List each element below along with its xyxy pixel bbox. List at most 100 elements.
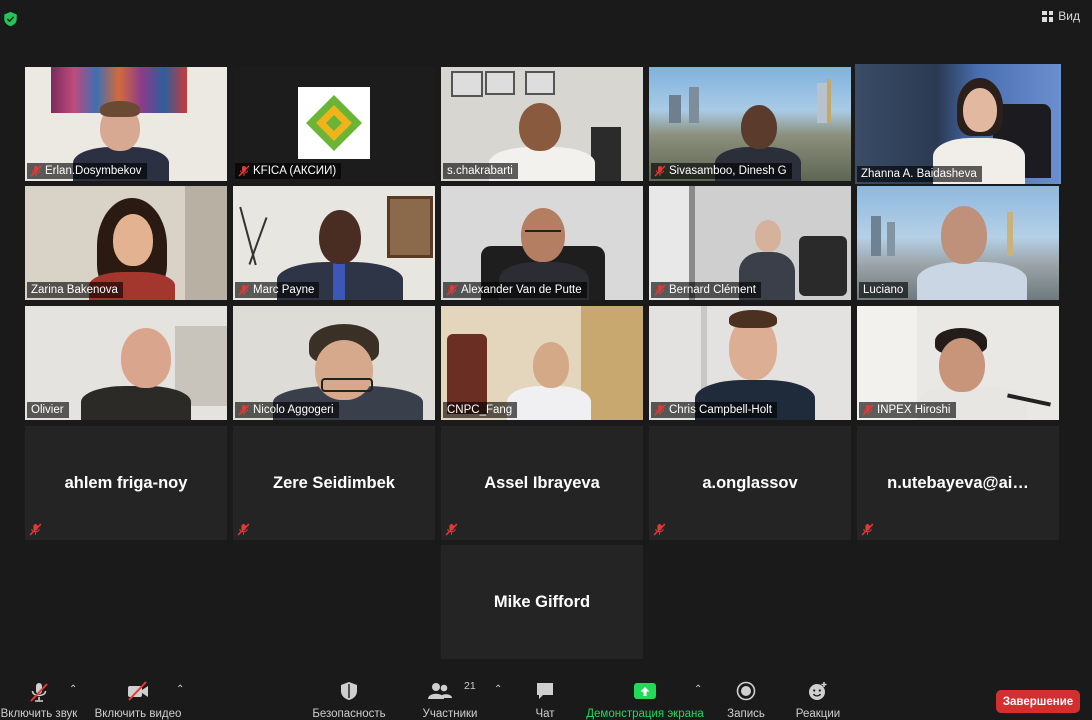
video-options-caret-icon[interactable]: ⌃ [176,684,184,695]
top-bar: Вид [0,0,1092,36]
participant-name-label: Bernard Clément [651,282,761,298]
participant-name-label: Marc Payne [235,282,320,298]
video-tile-camera-off[interactable]: Zere Seidimbek [233,426,435,540]
video-tile-camera-off[interactable]: Mike Gifford [441,545,643,659]
share-screen-icon [634,683,656,699]
participant-name: Erlan.Dosymbekov [45,165,142,177]
security-label: Безопасность [312,708,386,720]
end-meeting-button[interactable]: Завершение [996,690,1080,713]
participant-name-label: Chris Campbell-Holt [651,402,777,418]
meeting-toolbar: Включить звук ⌃ Включить видео ⌃ Безопас… [0,676,1092,720]
participants-button[interactable]: 21 Участники [418,676,482,720]
participant-name: INPEX Hiroshi [877,404,951,416]
participants-count: 21 [464,680,476,692]
muted-mic-icon [238,404,250,416]
participant-name-label: Zhanna A. Baidasheva [857,166,982,182]
video-tile-camera-off[interactable]: a.onglassov [649,426,851,540]
muted-mic-icon [445,523,458,536]
video-tile[interactable]: Luciano [857,186,1059,300]
participant-name: Marc Payne [253,284,315,296]
video-tile-camera-off[interactable]: n.utebayeva@ai… [857,426,1059,540]
participant-name-label: INPEX Hiroshi [859,402,956,418]
video-tile-camera-off[interactable]: Assel Ibrayeva [441,426,643,540]
audio-options-caret-icon[interactable]: ⌃ [69,684,77,695]
participant-name: n.utebayeva@ai… [887,474,1029,492]
start-video-label: Включить видео [94,708,182,720]
video-tile[interactable]: Erlan.Dosymbekov [25,67,227,181]
video-tile[interactable]: INPEX Hiroshi [857,306,1059,420]
muted-mic-icon [238,284,250,296]
video-tile[interactable]: Bernard Clément [649,186,851,300]
reactions-emoji-icon [809,682,827,700]
chat-bubble-icon [537,683,553,699]
security-button[interactable]: Безопасность [310,676,388,720]
muted-mic-icon [446,284,458,296]
muted-mic-icon [29,523,42,536]
participant-name-label: s.chakrabarti [443,163,518,179]
grid-view-icon [1042,10,1054,22]
unmute-label: Включить звук [0,708,78,720]
kfica-logo [298,87,370,159]
muted-mic-icon [237,523,250,536]
participant-name: Sivasamboo, Dinesh G [669,165,787,177]
record-icon [736,681,756,701]
participant-name-label: Olivier [27,402,69,418]
video-tile-active-speaker[interactable]: Zhanna A. Baidasheva [855,64,1061,184]
participant-name-label: Luciano [859,282,909,298]
video-tile[interactable]: Alexander Van de Putte [441,186,643,300]
encryption-shield-icon[interactable] [3,11,18,27]
share-screen-label: Демонстрация экрана [586,708,704,720]
participant-name: Mike Gifford [493,593,591,611]
participant-name-label: KFICA (АКСИИ) [235,163,342,179]
video-tile-camera-off[interactable]: ahlem friga-noy [25,426,227,540]
participant-name: a.onglassov [702,474,798,492]
participant-name-label: Nicolo Aggogeri [235,402,339,418]
chat-button[interactable]: Чат [525,676,565,720]
muted-mic-icon [30,165,42,177]
reactions-button[interactable]: Реакции [792,676,844,720]
video-tile[interactable]: Chris Campbell-Holt [649,306,851,420]
participant-name-label: Zarina Bakenova [27,282,123,298]
muted-mic-icon [862,404,874,416]
participant-name: KFICA (АКСИИ) [253,165,337,177]
participant-name: Olivier [31,404,64,416]
participant-name: ahlem friga-noy [64,474,188,492]
muted-mic-icon [654,404,666,416]
participant-name: Luciano [863,284,904,296]
video-tile[interactable]: Olivier [25,306,227,420]
participant-name-label: Alexander Van de Putte [443,282,587,298]
video-tile[interactable]: Marc Payne [233,186,435,300]
video-tile[interactable]: Zarina Bakenova [25,186,227,300]
record-button[interactable]: Запись [722,676,770,720]
unmute-button[interactable]: Включить звук [0,676,78,720]
share-options-caret-icon[interactable]: ⌃ [694,684,702,695]
participant-name: Zarina Bakenova [31,284,118,296]
video-tile[interactable]: s.chakrabarti [441,67,643,181]
video-tile[interactable]: CNPC_Fang [441,306,643,420]
shield-icon [341,682,357,700]
participant-name-label: Sivasamboo, Dinesh G [651,163,792,179]
muted-mic-icon [653,523,666,536]
muted-microphone-icon [30,683,48,702]
participant-name: Bernard Clément [669,284,756,296]
participant-name: Alexander Van de Putte [461,284,582,296]
view-label: Вид [1058,9,1080,23]
record-label: Запись [727,708,765,720]
video-tile[interactable]: Sivasamboo, Dinesh G [649,67,851,181]
chat-label: Чат [535,708,555,720]
reactions-label: Реакции [795,708,841,720]
participant-name: s.chakrabarti [447,165,513,177]
start-video-button[interactable]: Включить видео [94,676,182,720]
participant-name: Assel Ibrayeva [484,474,600,492]
muted-mic-icon [654,165,666,177]
participant-name: Zhanna A. Baidasheva [861,168,977,180]
muted-mic-icon [238,165,250,177]
participants-options-caret-icon[interactable]: ⌃ [494,684,502,695]
share-screen-button[interactable]: Демонстрация экрана [586,676,704,720]
video-tile[interactable]: Nicolo Aggogeri [233,306,435,420]
participant-name: Chris Campbell-Holt [669,404,772,416]
video-tile[interactable]: KFICA (АКСИИ) [233,67,435,181]
participant-name: Zere Seidimbek [273,474,395,492]
view-button[interactable]: Вид [1042,9,1080,23]
participants-label: Участники [422,708,478,720]
